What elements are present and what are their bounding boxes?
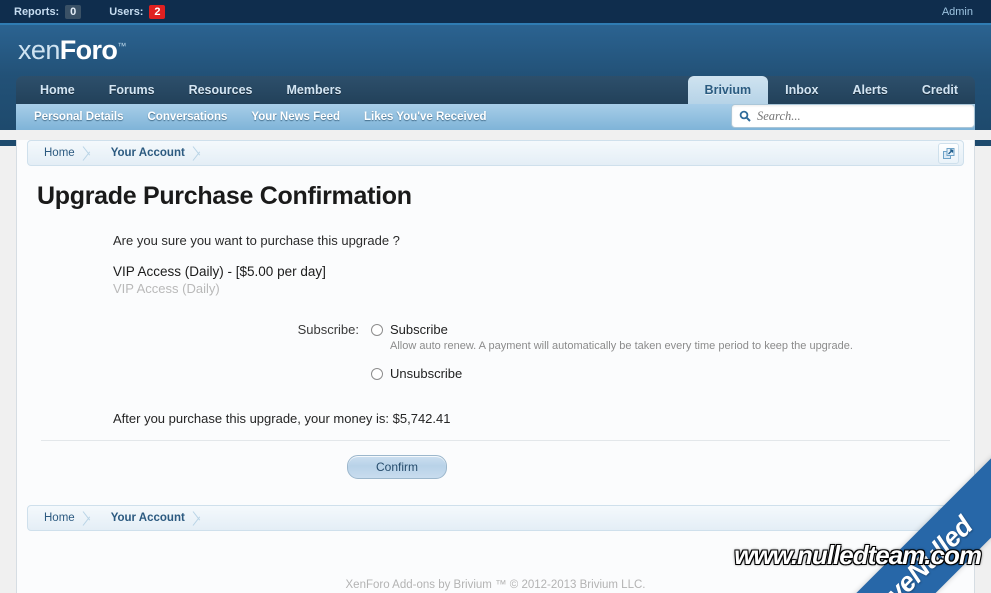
navigation-wrapper: Home Forums Resources Members Brivium In… (0, 76, 991, 130)
breadcrumb-top: Home Your Account (27, 140, 964, 166)
confirmation-question: Are you sure you want to purchase this u… (113, 233, 400, 248)
nav-item-inbox[interactable]: Inbox (768, 76, 835, 104)
breadcrumb-item-home[interactable]: Home (28, 141, 83, 165)
subnav-item-conversations[interactable]: Conversations (147, 111, 227, 123)
chevron-right-icon (83, 506, 97, 530)
nav-item-members[interactable]: Members (270, 76, 359, 104)
subscribe-options: Subscribe Allow auto renew. A payment wi… (371, 322, 950, 381)
open-quick-navigation-icon[interactable] (938, 143, 959, 164)
subscribe-form-row: Subscribe: Subscribe Allow auto renew. A… (41, 322, 950, 381)
radio-option-unsubscribe[interactable]: Unsubscribe (371, 366, 950, 381)
nav-item-alerts[interactable]: Alerts (835, 76, 904, 104)
xenforo-logo[interactable]: xenForo™ (18, 37, 126, 64)
reports-label: Reports: (14, 5, 60, 18)
form-divider (41, 440, 950, 441)
confirm-button[interactable]: Confirm (347, 455, 447, 479)
reports-indicator[interactable]: Reports: 0 (14, 4, 82, 19)
radio-subscribe-input[interactable] (371, 323, 383, 336)
chevron-right-icon (193, 506, 207, 530)
users-indicator[interactable]: Users: 2 (109, 4, 166, 19)
site-header: xenForo™ (0, 23, 991, 76)
breadcrumb-bottom: Home Your Account (27, 505, 964, 531)
radio-option-subscribe[interactable]: Subscribe (371, 322, 950, 337)
primary-navigation-right: Brivium Inbox Alerts Credit (687, 76, 975, 104)
search-box[interactable] (731, 104, 975, 128)
primary-navigation: Home Forums Resources Members Brivium In… (16, 76, 975, 104)
admin-notice-strip: Reports: 0 Users: 2 Admin (0, 0, 991, 23)
addon-credit-line: XenForo Add-ons by Brivium ™ © 2012-2013… (345, 579, 646, 591)
purchase-form: Are you sure you want to purchase this u… (17, 233, 974, 426)
chevron-right-icon (83, 141, 97, 165)
radio-subscribe-label: Subscribe (390, 322, 448, 337)
nav-item-home[interactable]: Home (16, 76, 92, 104)
logo-bold-part: Foro (59, 35, 118, 65)
logo-light-part: xen (18, 35, 60, 65)
balance-after-purchase: After you purchase this upgrade, your mo… (113, 411, 451, 426)
breadcrumb-bottom-item-your-account[interactable]: Your Account (97, 506, 193, 530)
admin-link[interactable]: Admin (942, 6, 973, 18)
upgrade-item-title: VIP Access (Daily) - [$5.00 per day] (113, 264, 326, 279)
nav-item-brivium[interactable]: Brivium (687, 76, 769, 104)
content-panel: Home Your Account Upgrade Purchase Confi… (16, 140, 975, 593)
subnav-item-likes-youve-received[interactable]: Likes You've Received (364, 111, 487, 123)
open-quick-navigation-icon[interactable] (938, 508, 959, 529)
users-count-badge: 2 (149, 4, 166, 19)
upgrade-item-subtitle: VIP Access (Daily) (113, 281, 220, 296)
breadcrumb-bottom-item-home[interactable]: Home (28, 506, 83, 530)
subscribe-hint-text: Allow auto renew. A payment will automat… (390, 340, 853, 352)
nav-item-credit[interactable]: Credit (905, 76, 975, 104)
radio-unsubscribe-input[interactable] (371, 367, 383, 380)
subscribe-field-label: Subscribe: (297, 322, 359, 337)
subnav-item-personal-details[interactable]: Personal Details (34, 111, 123, 123)
search-icon (739, 110, 751, 122)
reports-count-badge: 0 (65, 4, 82, 19)
page-title: Upgrade Purchase Confirmation (37, 182, 412, 210)
chevron-right-icon (193, 141, 207, 165)
logo-trademark: ™ (117, 41, 126, 51)
search-input[interactable] (757, 108, 967, 124)
content-outer: Home Your Account Upgrade Purchase Confi… (0, 140, 991, 593)
subnav-item-your-news-feed[interactable]: Your News Feed (251, 111, 340, 123)
breadcrumb-item-your-account[interactable]: Your Account (97, 141, 193, 165)
nav-item-forums[interactable]: Forums (92, 76, 172, 104)
users-label: Users: (109, 5, 144, 18)
radio-unsubscribe-label: Unsubscribe (390, 366, 463, 381)
nav-item-resources[interactable]: Resources (172, 76, 270, 104)
submit-row: Confirm (17, 455, 974, 479)
